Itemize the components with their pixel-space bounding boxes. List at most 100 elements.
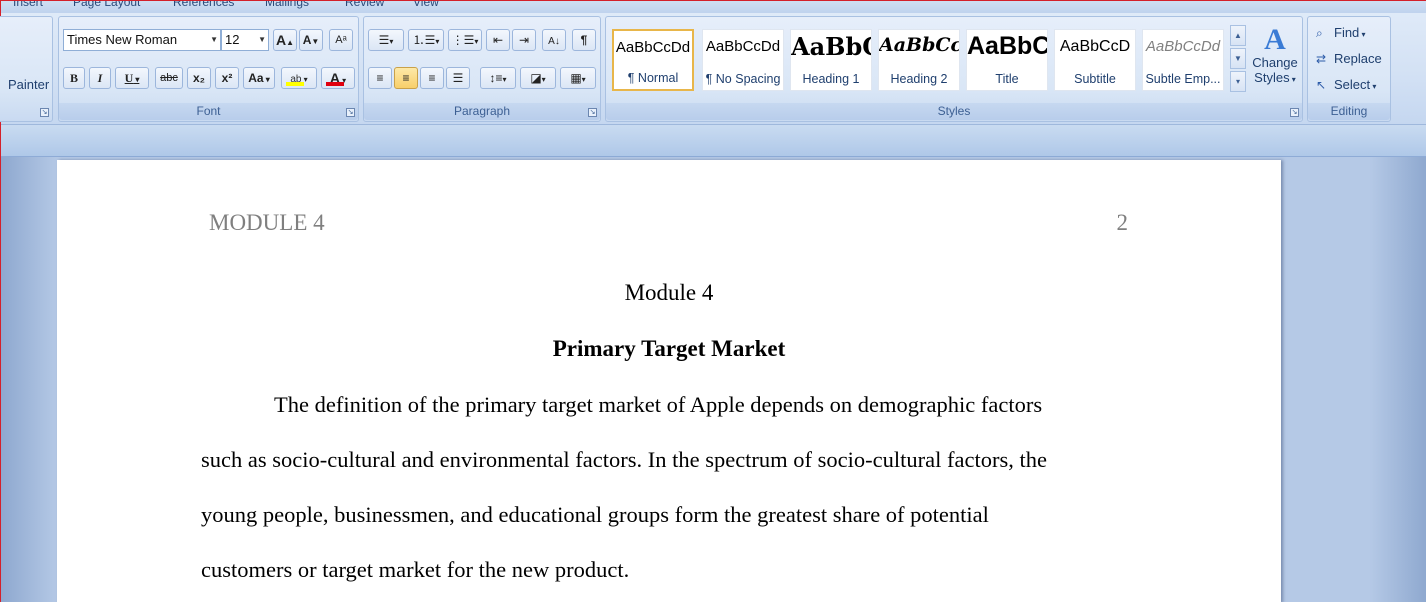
font-color-button[interactable]: A ▾ bbox=[321, 67, 355, 89]
tab-view[interactable]: View bbox=[413, 1, 439, 9]
paragraph-launcher-icon[interactable]: ↘ bbox=[588, 108, 597, 117]
clipboard-group: Painter ↘ bbox=[0, 16, 53, 122]
style-sample: AaBbC bbox=[791, 32, 871, 61]
numbering-icon: ⒈☰ bbox=[412, 33, 436, 47]
bold-icon: B bbox=[69, 71, 78, 85]
chevron-down-icon: ▼ bbox=[210, 35, 218, 44]
align-right-icon: ≡ bbox=[428, 71, 436, 85]
document-page[interactable]: MODULE 4 2 Module 4 Primary Target Marke… bbox=[57, 160, 1281, 602]
styles-group: AaBbCcDd ¶ Normal AaBbCcDd ¶ No Spacing … bbox=[605, 16, 1303, 122]
line-spacing-icon: ↕≡ bbox=[489, 71, 503, 85]
align-center-icon: ≡ bbox=[402, 71, 410, 85]
paint-bucket-icon: ◪ bbox=[530, 71, 542, 85]
italic-button[interactable]: I bbox=[89, 67, 111, 89]
section-heading: Primary Target Market bbox=[552, 336, 786, 361]
find-label: Find bbox=[1334, 25, 1360, 40]
paragraph-line: The definition of the primary target mar… bbox=[274, 392, 1043, 417]
clipboard-launcher-icon[interactable]: ↘ bbox=[40, 108, 49, 117]
grow-font-button[interactable]: A▲ bbox=[273, 29, 297, 51]
ruler-bar bbox=[1, 125, 1426, 157]
borders-button[interactable]: ▦▾ bbox=[560, 67, 596, 89]
style-sample: AaBbCcDd bbox=[615, 39, 691, 56]
style-name: Title bbox=[995, 72, 1019, 86]
font-launcher-icon[interactable]: ↘ bbox=[346, 108, 355, 117]
style-sample: AaBbCcD bbox=[1059, 38, 1131, 55]
tab-review[interactable]: Review bbox=[345, 1, 384, 9]
numbering-button[interactable]: ⒈☰▾ bbox=[408, 29, 444, 51]
change-styles-button[interactable]: A Change Styles ▾ bbox=[1250, 25, 1300, 95]
decrease-indent-icon: ⇤ bbox=[492, 33, 504, 47]
find-button[interactable]: ⌕ Find ▾ bbox=[1316, 25, 1366, 41]
gallery-scroll-up-button[interactable]: ▲ bbox=[1230, 25, 1246, 46]
multilevel-list-button[interactable]: ⋮☰▾ bbox=[448, 29, 482, 51]
chevron-down-icon: ▼ bbox=[258, 35, 266, 44]
pilcrow-icon: ¶ bbox=[580, 33, 588, 47]
styles-launcher-icon[interactable]: ↘ bbox=[1290, 108, 1299, 117]
chevron-down-icon: ▾ bbox=[1370, 82, 1377, 91]
shading-button[interactable]: ◪▾ bbox=[520, 67, 556, 89]
justify-button[interactable]: ☰ bbox=[446, 67, 470, 89]
style-tile-subtle-emphasis[interactable]: AaBbCcDd Subtle Emp... bbox=[1142, 29, 1224, 91]
editing-group: ⌕ Find ▾ ⇄ Replace ↖ Select ▾ Editing bbox=[1307, 16, 1391, 122]
highlight-button[interactable]: ab ▾ bbox=[281, 67, 317, 89]
style-tile-no-spacing[interactable]: AaBbCcDd ¶ No Spacing bbox=[702, 29, 784, 91]
clear-formatting-button[interactable]: Aᵃ bbox=[329, 29, 353, 51]
line-spacing-button[interactable]: ↕≡▾ bbox=[480, 67, 516, 89]
format-painter-button[interactable]: Painter bbox=[8, 77, 49, 92]
change-case-icon: Aa bbox=[248, 71, 264, 85]
tab-page-layout[interactable]: Page Layout bbox=[73, 1, 140, 9]
select-button[interactable]: ↖ Select ▾ bbox=[1316, 77, 1376, 92]
sort-button[interactable]: A↓ bbox=[542, 29, 566, 51]
strikethrough-icon: abc bbox=[160, 72, 178, 84]
superscript-button[interactable]: x² bbox=[215, 67, 239, 89]
font-name-combo[interactable]: Times New Roman ▼ bbox=[63, 29, 221, 51]
change-styles-label-1: Change bbox=[1252, 55, 1298, 70]
style-name: ¶ No Spacing bbox=[705, 72, 781, 86]
ribbon: Painter ↘ Times New Roman ▼ 12 ▼ A▲ A▼ A… bbox=[0, 13, 1426, 125]
chevron-down-icon: ▾ bbox=[1359, 30, 1366, 39]
change-styles-icon: A bbox=[1264, 23, 1286, 56]
replace-button[interactable]: ⇄ Replace bbox=[1316, 51, 1382, 66]
gallery-scroll-down-button[interactable]: ▼ bbox=[1230, 48, 1246, 69]
bullets-button[interactable]: ☰▾ bbox=[368, 29, 404, 51]
style-tile-normal[interactable]: AaBbCcDd ¶ Normal bbox=[612, 29, 694, 91]
gallery-more-button[interactable]: ▾ bbox=[1230, 71, 1246, 92]
underline-button[interactable]: U ▾ bbox=[115, 67, 149, 89]
shrink-font-button[interactable]: A▼ bbox=[299, 29, 323, 51]
paragraph-group: ☰▾ ⒈☰▾ ⋮☰▾ ⇤ ⇥ A↓ ¶ ≡ ≡ ≡ ☰ ↕≡▾ ◪▾ ▦▾ Pa… bbox=[363, 16, 601, 122]
increase-indent-button[interactable]: ⇥ bbox=[512, 29, 536, 51]
tab-references[interactable]: References bbox=[173, 1, 234, 9]
page-number: 2 bbox=[1116, 210, 1129, 235]
superscript-icon: x² bbox=[221, 71, 233, 85]
justify-icon: ☰ bbox=[452, 71, 464, 85]
cursor-icon: ↖ bbox=[1316, 78, 1327, 92]
subscript-button[interactable]: x₂ bbox=[187, 67, 211, 89]
align-center-button[interactable]: ≡ bbox=[394, 67, 418, 89]
tab-insert[interactable]: Insert bbox=[13, 1, 43, 9]
running-header: MODULE 4 bbox=[209, 210, 325, 235]
replace-label: Replace bbox=[1334, 51, 1382, 66]
tab-mailings[interactable]: Mailings bbox=[265, 1, 309, 9]
change-case-button[interactable]: Aa ▾ bbox=[243, 67, 275, 89]
grow-font-icon: A bbox=[275, 32, 287, 48]
font-size-combo[interactable]: 12 ▼ bbox=[221, 29, 269, 51]
align-left-button[interactable]: ≡ bbox=[368, 67, 392, 89]
style-tile-subtitle[interactable]: AaBbCcD Subtitle bbox=[1054, 29, 1136, 91]
bold-button[interactable]: B bbox=[63, 67, 85, 89]
styles-group-label: Styles bbox=[606, 103, 1302, 120]
style-sample: AaBbCc bbox=[879, 34, 959, 56]
more-icon: ▾ bbox=[1235, 77, 1240, 86]
replace-icon: ⇄ bbox=[1316, 52, 1327, 66]
style-name: Subtitle bbox=[1074, 72, 1116, 86]
decrease-indent-button[interactable]: ⇤ bbox=[486, 29, 510, 51]
style-name: ¶ Normal bbox=[627, 71, 679, 85]
change-styles-label-2: Styles bbox=[1254, 70, 1290, 85]
strikethrough-button[interactable]: abc bbox=[155, 67, 183, 89]
paragraph-group-label: Paragraph bbox=[364, 103, 600, 120]
style-tile-title[interactable]: AaBbC Title bbox=[966, 29, 1048, 91]
style-tile-heading-1[interactable]: AaBbC Heading 1 bbox=[790, 29, 872, 91]
align-right-button[interactable]: ≡ bbox=[420, 67, 444, 89]
style-tile-heading-2[interactable]: AaBbCc Heading 2 bbox=[878, 29, 960, 91]
bullets-icon: ☰ bbox=[378, 33, 390, 47]
show-marks-button[interactable]: ¶ bbox=[572, 29, 596, 51]
